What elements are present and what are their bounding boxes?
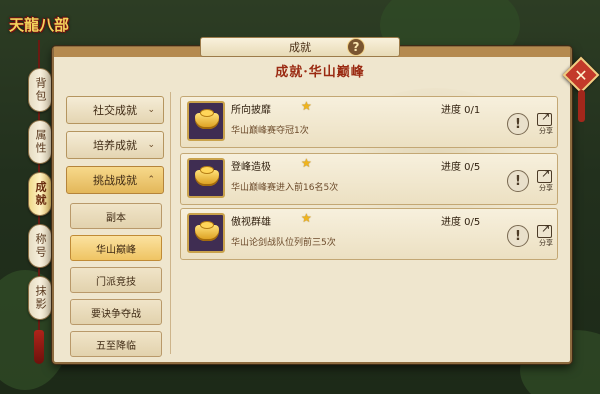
- star-icon: ★: [301, 99, 312, 113]
- chevron-up-icon: ⌃: [147, 175, 155, 185]
- close-icon[interactable]: ✕: [568, 62, 594, 88]
- subcategory-huashan-peak[interactable]: 华山巅峰: [70, 235, 162, 261]
- chevron-down-icon: ⌄: [147, 105, 155, 115]
- achievement-name: 傲视群雄: [231, 217, 271, 228]
- game-logo-text: 天龍八部: [8, 16, 69, 34]
- share-button[interactable]: ↗ 分享: [535, 222, 555, 249]
- section-banner-text: 成就·华山巅峰: [275, 64, 365, 80]
- achievement-desc: 华山论剑战队位列前三5次: [231, 238, 336, 248]
- side-tab-bag[interactable]: 背包: [28, 68, 52, 112]
- share-label: 分享: [539, 127, 553, 135]
- category-challenge[interactable]: 挑战成就 ⌃: [66, 166, 164, 194]
- category-growth-label: 培养成就: [93, 139, 137, 152]
- window-title-bar: 成就: [200, 37, 400, 57]
- column-divider: [170, 92, 171, 354]
- share-label: 分享: [539, 184, 553, 192]
- achievement-desc: 华山巅峰赛夺冠1次: [231, 126, 309, 136]
- subcategory-five-descend[interactable]: 五至降临: [70, 331, 162, 357]
- achievement-row: 登峰造极 ★ 华山巅峰赛进入前16名5次 进度 0/5 ! ↗ 分享: [180, 153, 558, 205]
- side-tab-shadow[interactable]: 抹影: [28, 276, 52, 320]
- subcategory-secret-war[interactable]: 要诀争夺战: [70, 299, 162, 325]
- gold-ingot-icon: [187, 213, 225, 253]
- ingot-top: [200, 221, 214, 229]
- share-button[interactable]: ↗ 分享: [535, 110, 555, 137]
- gold-ingot-icon: [187, 158, 225, 198]
- category-challenge-label: 挑战成就: [93, 174, 137, 187]
- subcategory-sect-arena[interactable]: 门派竞技: [70, 267, 162, 293]
- subcategory-dungeon[interactable]: 副本: [70, 203, 162, 229]
- achievement-desc: 华山巅峰赛进入前16名5次: [231, 183, 339, 193]
- achievement-row: 所向披靡 ★ 华山巅峰赛夺冠1次 进度 0/1 ! ↗ 分享: [180, 96, 558, 148]
- achievement-name: 所向披靡: [231, 105, 271, 116]
- ingot-top: [200, 109, 214, 117]
- category-growth[interactable]: 培养成就 ⌄: [66, 131, 164, 159]
- side-tab-attributes[interactable]: 属性: [28, 120, 52, 164]
- share-label: 分享: [539, 239, 553, 247]
- achievement-progress: 进度 0/5: [441, 217, 481, 228]
- section-banner: 成就·华山巅峰: [225, 60, 415, 80]
- gold-ingot-icon: [187, 101, 225, 141]
- info-icon[interactable]: !: [507, 170, 529, 192]
- help-icon[interactable]: ?: [347, 38, 365, 56]
- achievement-progress: 进度 0/1: [441, 105, 481, 116]
- star-icon: ★: [301, 156, 312, 170]
- chevron-down-icon: ⌄: [147, 140, 155, 150]
- achievement-row: 傲视群雄 ★ 华山论剑战队位列前三5次 进度 0/5 ! ↗ 分享: [180, 208, 558, 260]
- window-title: 成就: [289, 41, 311, 54]
- close-tassel: [578, 90, 585, 122]
- achievement-name: 登峰造极: [231, 162, 271, 173]
- category-social[interactable]: 社交成就 ⌄: [66, 96, 164, 124]
- share-button[interactable]: ↗ 分享: [535, 167, 555, 194]
- share-arrow-icon: ↗: [541, 167, 551, 180]
- info-icon[interactable]: !: [507, 113, 529, 135]
- share-arrow-icon: ↗: [541, 110, 551, 123]
- side-tab-achievements[interactable]: 成就: [28, 172, 52, 216]
- star-icon: ★: [301, 211, 312, 225]
- achievement-progress: 进度 0/5: [441, 162, 481, 173]
- ingot-top: [200, 166, 214, 174]
- side-tab-titles[interactable]: 称号: [28, 224, 52, 268]
- share-arrow-icon: ↗: [541, 222, 551, 235]
- side-tab-tassel: [34, 330, 44, 364]
- info-icon[interactable]: !: [507, 225, 529, 247]
- category-social-label: 社交成就: [93, 104, 137, 117]
